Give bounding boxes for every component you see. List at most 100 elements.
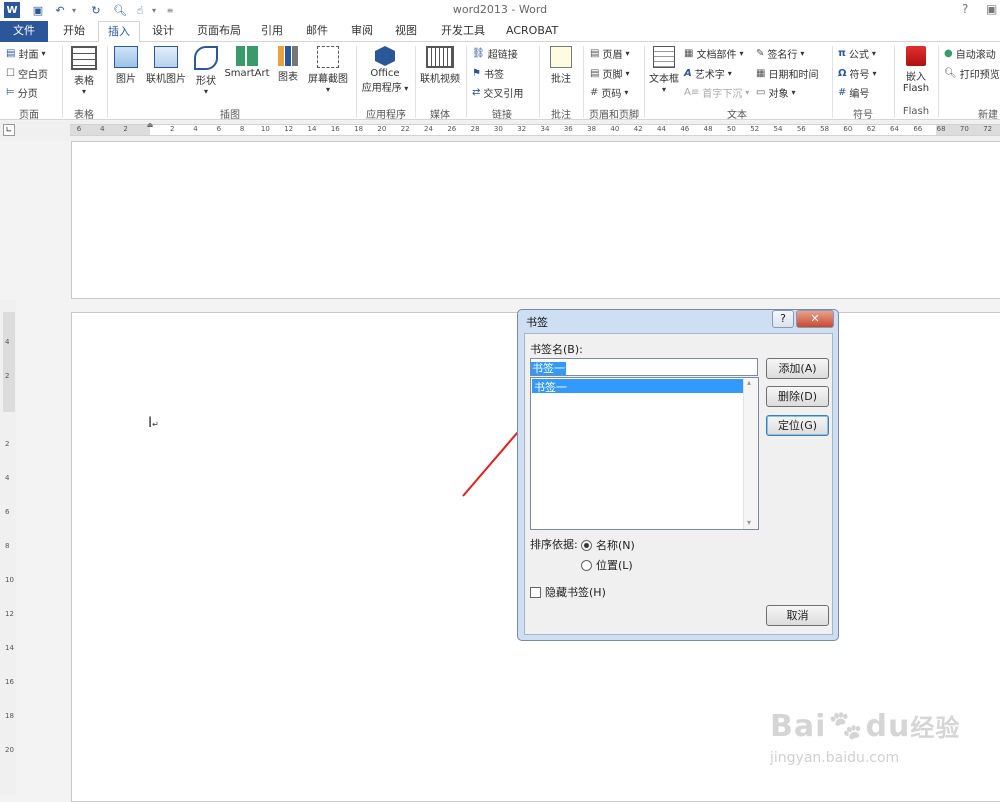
group-separator	[466, 46, 467, 118]
textbox-button[interactable]: 文本框 ▾	[647, 46, 681, 94]
group-label-flash: Flash	[902, 106, 930, 117]
bookmark-list-scrollbar[interactable]: ▴ ▾	[743, 378, 758, 529]
hyperlink-icon: ⛓	[472, 48, 485, 59]
delete-button[interactable]: 删除(D)	[766, 386, 829, 407]
bookmark-list-item[interactable]: 书签一	[532, 379, 744, 394]
ruler-tick-label: 70	[959, 125, 969, 133]
sort-by-name-radio[interactable]: 名称(N)	[581, 537, 635, 553]
online-video-button[interactable]: 联机视频	[417, 46, 463, 85]
hyperlink-button[interactable]: ⛓ 超链接	[472, 46, 518, 61]
sort-by-label: 排序依据:	[530, 538, 578, 551]
tab-mailings[interactable]: 邮件	[297, 21, 337, 42]
ribbon-display-options-icon[interactable]: ▣	[986, 2, 997, 16]
comment-button[interactable]: 批注	[543, 46, 579, 85]
tab-page-layout[interactable]: 页面布局	[188, 21, 250, 42]
table-button[interactable]: 表格 ▾	[66, 46, 102, 96]
tab-file[interactable]: 文件	[0, 21, 48, 42]
tab-acrobat[interactable]: ACROBAT	[497, 21, 567, 42]
ruler-tick-label: 54	[773, 125, 783, 133]
vruler-tick-label: 20	[5, 746, 14, 754]
online-picture-button[interactable]: 联机图片	[144, 46, 188, 85]
picture-button[interactable]: 图片	[110, 46, 142, 85]
footer-button[interactable]: ▤ 页脚 ▾	[590, 66, 629, 81]
embed-flash-button[interactable]: 嵌入 Flash	[898, 46, 934, 94]
ruler-tick-label: 14	[307, 125, 317, 133]
page-number-button[interactable]: # 页码 ▾	[590, 85, 628, 100]
smartart-icon	[236, 46, 258, 66]
bookmark-dialog: 书签 ? ✕ 书签名(B): 书签一 书签一 ▴ ▾ 添加(A) 删除(D) 定…	[517, 309, 839, 641]
dialog-help-button[interactable]: ?	[772, 310, 794, 328]
drop-cap-button[interactable]: A≡ 首字下沉 ▾	[684, 85, 749, 100]
sort-by-position-radio[interactable]: 位置(L)	[581, 557, 633, 573]
group-label-symbols: 符号	[853, 110, 873, 121]
shapes-button[interactable]: 形状 ▾	[190, 46, 222, 96]
horizontal-ruler: ∟ ⏏ 6 4 2 2 4 6 8 10 12 14 16 18 20 22 24 26 28 30 32 34 36 3…	[0, 121, 1000, 141]
auto-scroll-button[interactable]: ● 自动滚动	[944, 46, 996, 61]
ruler-tick-label: 68	[936, 125, 946, 133]
ruler-tick-label: 52	[750, 125, 760, 133]
equation-button[interactable]: π 公式 ▾	[838, 46, 876, 61]
tab-references[interactable]: 引用	[252, 21, 292, 42]
wordart-button[interactable]: A 艺术字 ▾	[684, 66, 732, 81]
flash-icon	[906, 46, 926, 66]
group-separator	[644, 46, 645, 118]
screenshot-button[interactable]: 屏幕截图 ▾	[304, 46, 352, 94]
tab-developer[interactable]: 开发工具	[432, 21, 494, 42]
smartart-button[interactable]: SmartArt	[224, 46, 270, 79]
hidden-bookmarks-checkbox[interactable]: 隐藏书签(H)	[530, 584, 606, 600]
cover-page-button[interactable]: ▤ 封面 ▾	[6, 46, 45, 61]
bookmark-name-input[interactable]: 书签一	[530, 358, 758, 376]
header-icon: ▤	[590, 48, 600, 59]
ruler-tick-label: 4	[193, 125, 198, 133]
group-separator	[62, 46, 63, 118]
symbol-button[interactable]: Ω 符号 ▾	[838, 66, 877, 81]
scroll-up-icon[interactable]: ▴	[747, 378, 751, 387]
bookmark-list[interactable]: 书签一 ▴ ▾	[530, 377, 759, 530]
chart-button[interactable]: 图表	[274, 46, 302, 83]
office-store-icon	[375, 46, 395, 66]
vruler-margin	[3, 312, 15, 412]
goto-button[interactable]: 定位(G)	[766, 415, 829, 436]
vruler-tick-label: 14	[5, 644, 14, 652]
numbering-button[interactable]: # 编号	[838, 85, 869, 100]
signature-line-button[interactable]: ✎ 签名行 ▾	[756, 46, 804, 61]
bookmark-button[interactable]: ⚑ 书签	[472, 66, 504, 81]
title-bar: W ▣ ↶ ▾ ↻ 🔍︎ ☝︎ ▾ ≡ word2013 - Word ? ▣	[0, 0, 1000, 21]
ruler-tick-label: 24	[424, 125, 433, 133]
ruler-tick-label: 12	[284, 125, 294, 133]
radio-checked-icon	[581, 539, 592, 551]
dialog-close-button[interactable]: ✕	[796, 310, 834, 328]
scroll-down-icon[interactable]: ▾	[747, 518, 751, 527]
tab-review[interactable]: 审阅	[342, 21, 382, 42]
tab-view[interactable]: 视图	[386, 21, 426, 42]
date-time-button[interactable]: ▦ 日期和时间	[756, 66, 818, 81]
blank-page-button[interactable]: ☐ 空白页	[6, 66, 48, 81]
tab-selector-icon[interactable]: ∟	[3, 124, 15, 136]
vruler-tick-label: 4	[5, 474, 10, 482]
ruler-tick-label: 2	[169, 125, 175, 133]
online-picture-icon	[154, 46, 178, 68]
cancel-button[interactable]: 取消	[766, 605, 829, 626]
office-apps-button[interactable]: Office 应用程序 ▾	[359, 46, 411, 94]
window-title: word2013 - Word	[452, 3, 548, 16]
ruler-track[interactable]	[70, 124, 1000, 136]
quick-parts-button[interactable]: ▦ 文档部件 ▾	[684, 46, 743, 61]
document-page-1[interactable]	[71, 141, 1000, 299]
tab-insert[interactable]: 插入	[98, 21, 140, 43]
tab-home[interactable]: 开始	[54, 21, 94, 42]
group-label-pages: 页面	[19, 110, 39, 121]
add-button[interactable]: 添加(A)	[766, 358, 829, 379]
tab-design[interactable]: 设计	[143, 21, 183, 42]
print-preview-button[interactable]: 🔍︎ 打印预览	[944, 66, 1000, 81]
page-break-button[interactable]: ⊨ 分页	[6, 85, 38, 100]
ruler-tick-label: 36	[563, 125, 573, 133]
ruler-tick-label: 16	[330, 125, 340, 133]
vruler-tick-label: 2	[5, 372, 10, 380]
cross-reference-button[interactable]: ⇄ 交叉引用	[472, 85, 523, 100]
object-button[interactable]: ▭ 对象 ▾	[756, 85, 795, 100]
bookmark-name-label: 书签名(B):	[530, 343, 583, 356]
indent-marker-icon[interactable]: ⏏	[146, 121, 154, 141]
help-icon[interactable]: ?	[962, 2, 968, 16]
header-button[interactable]: ▤ 页眉 ▾	[590, 46, 629, 61]
ruler-tick-label: 26	[447, 125, 457, 133]
